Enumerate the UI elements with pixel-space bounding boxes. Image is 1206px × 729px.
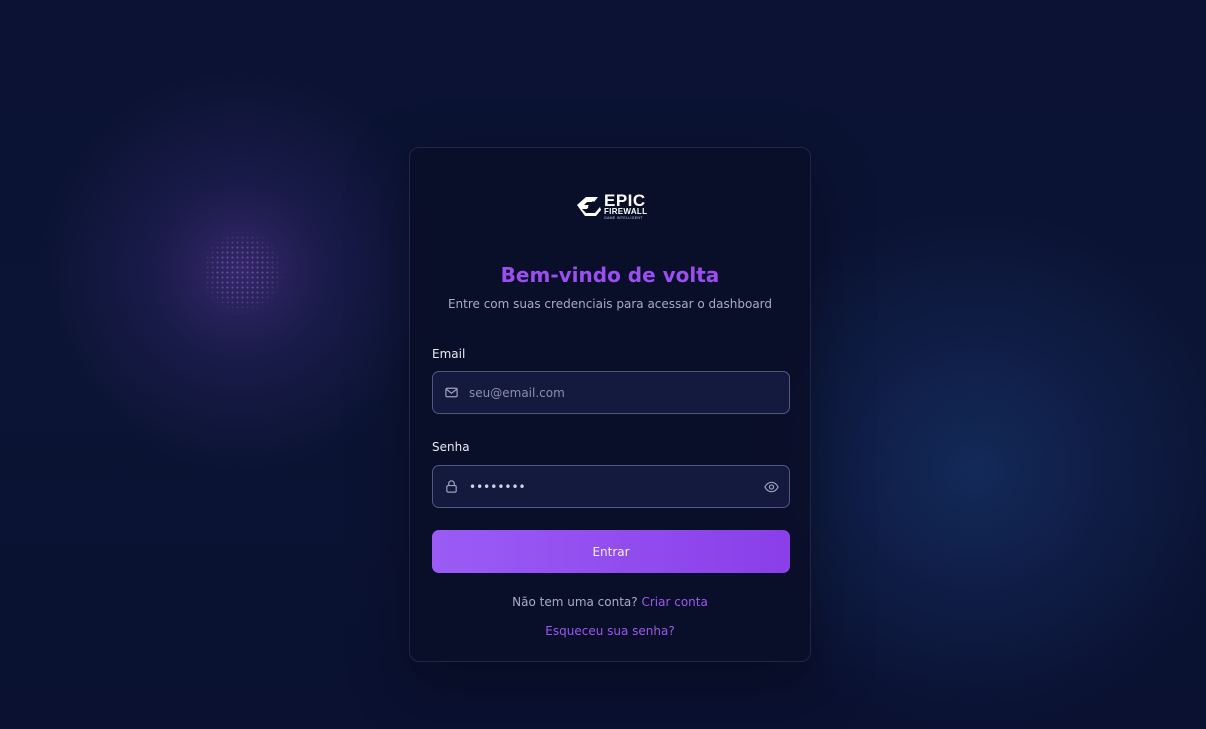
page-title: Bem-vindo de volta	[500, 263, 720, 287]
logo-tagline: GAME INTELLIGENT	[604, 216, 643, 220]
logo-subword: FIREWALL	[604, 207, 648, 216]
password-input[interactable]	[469, 466, 749, 507]
epic-firewall-logo: EPIC FIREWALL GAME INTELLIGENT	[574, 192, 650, 220]
forgot-password-link[interactable]: Esqueceu sua senha?	[410, 624, 810, 638]
eye-icon[interactable]	[764, 480, 779, 494]
email-field-container	[432, 371, 790, 414]
page-subtitle: Entre com suas credenciais para acessar …	[447, 297, 773, 311]
submit-button[interactable]: Entrar	[432, 530, 790, 573]
epic-logo-icon	[577, 197, 601, 216]
login-card: EPIC FIREWALL GAME INTELLIGENT Bem-vindo…	[409, 147, 811, 662]
email-label: Email	[432, 347, 466, 361]
password-field-container	[432, 465, 790, 508]
lock-icon	[446, 480, 457, 493]
email-input[interactable]	[469, 372, 749, 413]
no-account-text: Não tem uma conta?	[512, 595, 638, 609]
decorative-dot-sphere	[200, 230, 284, 314]
password-label: Senha	[432, 440, 470, 454]
create-account-link[interactable]: Criar conta	[641, 595, 707, 609]
mail-icon	[445, 387, 458, 398]
signup-prompt: Não tem uma conta? Criar conta	[410, 595, 810, 609]
